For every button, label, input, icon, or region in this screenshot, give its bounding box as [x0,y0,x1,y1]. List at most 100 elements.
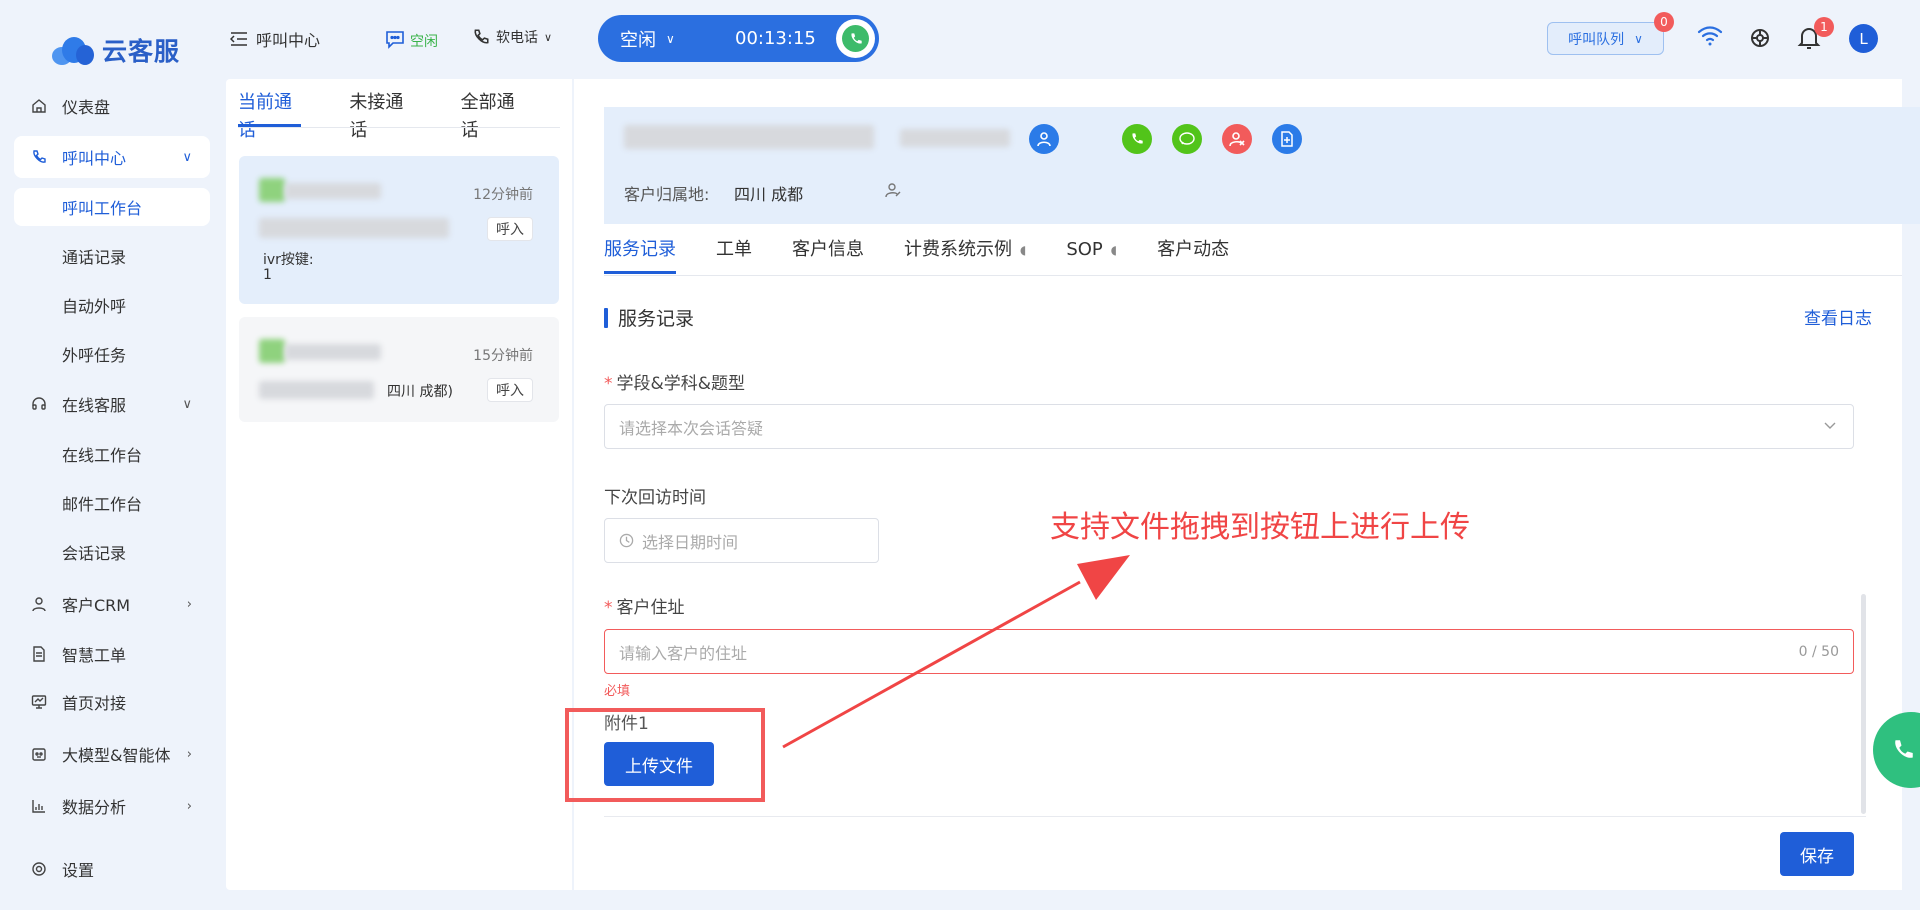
call-card[interactable]: 15分钟前 四川 成都) 呼入 [239,317,559,422]
subject-select[interactable]: 请选择本次会话答疑 [604,404,1854,449]
redacted-name [285,344,381,360]
redacted-customer-id [900,129,1010,147]
call-status-pill[interactable]: 空闲 ∨ 00:13:15 [598,15,879,62]
tab-missed-calls[interactable]: 未接通话 [349,89,412,141]
sidebar-subitem-session-records[interactable]: 会话记录 [14,533,210,571]
sidebar-item-smart-ticket[interactable]: 智慧工单 [14,633,210,675]
sidebar-item-crm[interactable]: 客户CRM › [14,583,210,625]
sidebar-item-label: 数据分析 [62,798,127,817]
call-direction-badge: 呼入 [487,217,533,241]
avatar [259,339,285,363]
robot-icon [30,745,48,763]
chevron-right-icon: › [186,746,192,762]
divider [604,816,1866,817]
menu-toggle[interactable]: 呼叫中心 [230,27,320,51]
chevron-right-icon: › [186,596,192,612]
cloud-logo-icon [52,35,94,65]
view-log-link[interactable]: 查看日志 [1804,304,1872,329]
sidebar-subitem-auto-dial[interactable]: 自动外呼 [14,286,210,324]
agent-status[interactable]: 空闲 [384,27,438,51]
tab-all-calls[interactable]: 全部通话 [461,89,524,141]
sidebar-item-label: 仪表盘 [62,98,111,117]
sidebar-item-online-service[interactable]: 在线客服 ∨ [14,383,210,425]
location-label: 客户归属地: [624,185,710,204]
sidebar-item-settings[interactable]: 设置 [14,848,210,890]
redacted-customer-name [624,125,874,149]
sidebar-item-llm-agents[interactable]: 大模型&智能体 › [14,733,210,775]
call-card[interactable]: 12分钟前 呼入 ivr按键: 1 [239,156,559,304]
phone-icon [842,25,869,52]
tab-label: SOP [1066,239,1103,260]
sidebar-subitem-call-workbench[interactable]: 呼叫工作台 [14,188,210,226]
tab-billing-example[interactable]: 计费系统示例 ◖ [904,226,1026,274]
phone-icon [30,148,48,166]
call-queue-button[interactable]: 呼叫队列 ∨ [1547,22,1664,55]
brand-name: 云客服 [102,37,181,66]
detail-panel: 客户归属地: 四川 成都 服务记录 工单 客户信息 计费系统示例 ◖ SOP ◖ 客… [574,79,1920,890]
bar-chart-icon [30,797,48,815]
customer-profile-icon[interactable] [1029,124,1059,154]
notification-badge: 1 [1814,17,1834,37]
phone-mode-label: 软电话 [496,30,538,46]
avatar[interactable]: L [1849,24,1878,53]
support-icon[interactable] [1748,26,1772,54]
phone-mode-select[interactable]: 软电话 ∨ [472,27,552,47]
required-mark: * [604,598,613,618]
sms-icon[interactable] [1172,124,1202,154]
wifi-icon[interactable] [1697,25,1723,51]
sidebar-item-label: 在线客服 [62,396,127,415]
save-button[interactable]: 保存 [1780,832,1854,876]
tab-customer-info[interactable]: 客户信息 [792,226,864,274]
tab-customer-activity[interactable]: 客户动态 [1157,226,1229,274]
chat-bubble-icon [384,29,406,49]
sidebar: 云客服 仪表盘 呼叫中心 ∨ 呼叫工作台 通话记录 自动外呼 外呼任务 在线客服… [0,0,225,910]
answer-call-button[interactable] [836,19,875,58]
create-ticket-icon[interactable] [1272,124,1302,154]
sidebar-subitem-mail-workbench[interactable]: 邮件工作台 [14,484,210,522]
user-icon [30,595,48,613]
tab-ticket[interactable]: 工单 [716,226,752,274]
annotation-text: 支持文件拖拽到按钮上进行上传 [1050,510,1470,545]
address-error: 必填 [604,684,631,699]
scrollbar[interactable] [1861,594,1866,814]
sidebar-item-dashboard[interactable]: 仪表盘 [14,85,210,127]
section-title-text: 服务记录 [618,308,695,330]
tab-sop[interactable]: SOP ◖ [1066,226,1117,274]
current-module-label: 呼叫中心 [256,31,321,50]
redacted-name [285,183,381,199]
sidebar-subitem-call-records[interactable]: 通话记录 [14,237,210,275]
external-link-icon: ◖ [1110,243,1118,257]
call-timer: 00:13:15 [735,28,816,49]
sidebar-item-homepage-integration[interactable]: 首页对接 [14,681,210,723]
call-customer-icon[interactable] [1122,124,1152,154]
sidebar-item-call-center[interactable]: 呼叫中心 ∨ [14,136,210,178]
edit-user-icon[interactable] [884,181,902,203]
annotation-arrow [782,555,1130,749]
field-label-text: 学段&学科&题型 [616,374,746,394]
call-state-select[interactable]: 空闲 ∨ [598,26,708,52]
tab-service-record[interactable]: 服务记录 [604,226,676,274]
required-mark: * [604,374,613,394]
sidebar-subitem-dial-tasks[interactable]: 外呼任务 [14,335,210,373]
subject-placeholder: 请选择本次会话答疑 [619,418,764,438]
blacklist-icon[interactable] [1222,124,1252,154]
chevron-down-icon: ∨ [182,149,192,165]
call-list-panel: 当前通话 未接通话 全部通话 12分钟前 呼入 ivr按键: 1 15分钟前 四… [226,79,572,890]
tab-current-calls[interactable]: 当前通话 [238,89,302,141]
section-title: 服务记录 [604,304,694,331]
agent-status-label: 空闲 [410,34,438,50]
sidebar-item-data-analysis[interactable]: 数据分析 › [14,785,210,827]
redacted-number [259,381,374,399]
call-time-ago: 15分钟前 [473,348,533,364]
queue-count-badge: 0 [1654,12,1674,32]
monitor-icon [30,693,48,711]
sidebar-item-label: 智慧工单 [62,646,127,665]
redacted-number [259,218,449,238]
clock-icon [619,533,634,548]
sidebar-subitem-online-workbench[interactable]: 在线工作台 [14,435,210,473]
call-direction-badge: 呼入 [487,378,533,402]
sidebar-item-label: 大模型&智能体 [62,746,171,765]
sidebar-item-label: 客户CRM [62,596,131,615]
revisit-field-label: 下次回访时间 [604,488,706,508]
external-link-icon: ◖ [1020,243,1027,257]
